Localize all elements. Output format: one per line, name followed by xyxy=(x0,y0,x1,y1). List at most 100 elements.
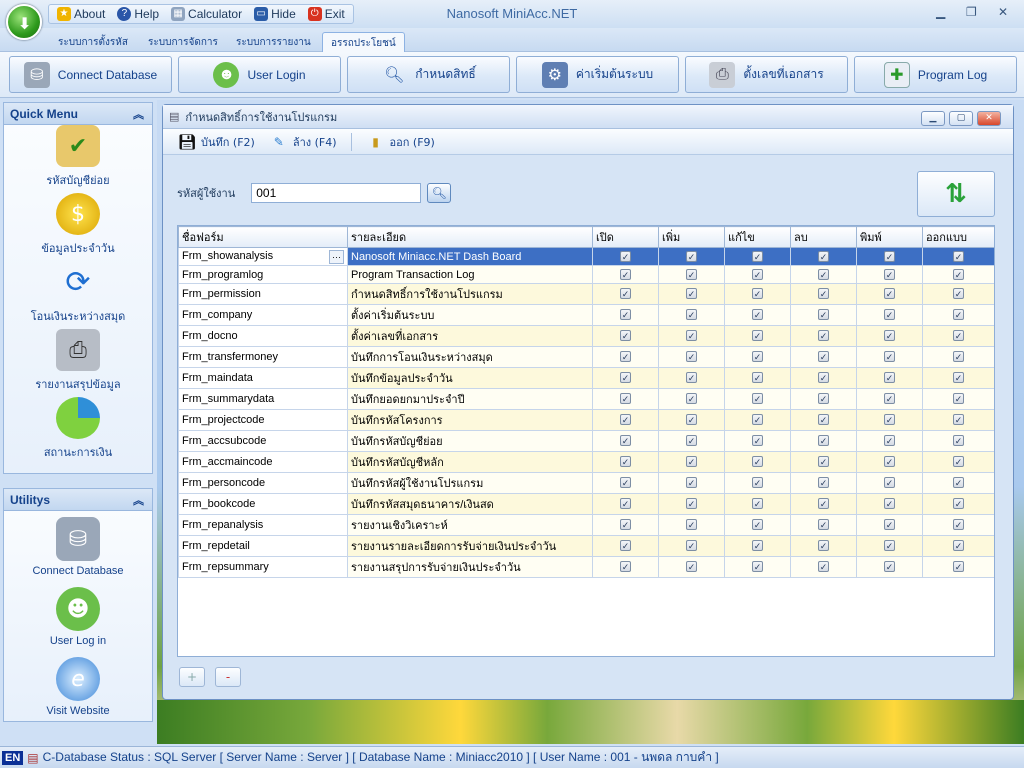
permission-checkbox[interactable]: ✓ xyxy=(818,393,829,404)
permission-checkbox[interactable]: ✓ xyxy=(818,435,829,446)
permission-checkbox[interactable]: ✓ xyxy=(752,477,763,488)
permission-checkbox[interactable]: ✓ xyxy=(752,309,763,320)
permission-checkbox[interactable]: ✓ xyxy=(884,372,895,383)
description-cell[interactable]: บันทึกรหัสบัญชีหลัก xyxy=(347,451,593,473)
permission-checkbox[interactable]: ✓ xyxy=(752,288,763,299)
form-name-cell[interactable]: Frm_company xyxy=(178,304,348,326)
permission-checkbox[interactable]: ✓ xyxy=(953,561,964,572)
quick-menu-summary-report[interactable]: ⎙ รายงานสรุปข้อมูล xyxy=(4,329,152,397)
permission-checkbox[interactable]: ✓ xyxy=(884,477,895,488)
exit-form-button[interactable]: ▮ ออก (F9) xyxy=(366,133,435,151)
permission-checkbox[interactable]: ✓ xyxy=(953,372,964,383)
hide-button[interactable]: ▭ Hide xyxy=(254,7,296,21)
permission-checkbox[interactable]: ✓ xyxy=(686,330,697,341)
form-name-cell[interactable]: Frm_showanalysis ··· xyxy=(178,247,348,266)
form-name-cell[interactable]: Frm_repsummary xyxy=(178,556,348,578)
permission-checkbox[interactable]: ✓ xyxy=(818,414,829,425)
form-name-cell[interactable]: Frm_programlog xyxy=(178,265,348,284)
table-row[interactable]: Frm_accsubcode บันทึกรหัสบัญชีย่อย ✓ ✓ ✓ ✓ ✓ ✓ xyxy=(178,430,994,452)
permission-checkbox[interactable]: ✓ xyxy=(884,561,895,572)
permission-checkbox[interactable]: ✓ xyxy=(686,519,697,530)
permission-checkbox[interactable]: ✓ xyxy=(620,498,631,509)
permission-checkbox[interactable]: ✓ xyxy=(884,351,895,362)
table-row[interactable]: Frm_accmaincode บันทึกรหัสบัญชีหลัก ✓ ✓ ✓ ✓ ✓ ✓ xyxy=(178,451,994,473)
table-row[interactable]: Frm_company ตั้งค่าเริ่มต้นระบบ ✓ ✓ ✓ ✓ ✓ ✓ xyxy=(178,304,994,326)
permission-checkbox[interactable]: ✓ xyxy=(620,393,631,404)
calculator-button[interactable]: ▦ Calculator xyxy=(171,7,242,21)
table-row[interactable]: Frm_repsummary รายงานสรุปการรับจ่ายเงินปร… xyxy=(178,556,994,578)
utility-user-login[interactable]: ☻ User Log in xyxy=(4,581,152,651)
permission-checkbox[interactable]: ✓ xyxy=(686,561,697,572)
form-name-cell[interactable]: Frm_docno xyxy=(178,325,348,347)
permission-checkbox[interactable]: ✓ xyxy=(953,414,964,425)
permission-checkbox[interactable]: ✓ xyxy=(953,288,964,299)
utility-connect-database[interactable]: ⛁ Connect Database xyxy=(4,511,152,581)
table-row[interactable]: Frm_personcode บันทึกรหัสผู้ใช้งานโปรแกรม… xyxy=(178,472,994,494)
permission-checkbox[interactable]: ✓ xyxy=(884,309,895,320)
exit-button[interactable]: ⏻ Exit xyxy=(307,7,345,21)
table-row[interactable]: Frm_showanalysis ··· Nanosoft Miniacc.NET … xyxy=(178,247,994,266)
permission-checkbox[interactable]: ✓ xyxy=(953,456,964,467)
table-row[interactable]: Frm_transfermoney บันทึกการโอนเงินระหว่าง… xyxy=(178,346,994,368)
quick-menu-financial-status[interactable]: สถานะการเงิน xyxy=(4,397,152,465)
column-header[interactable]: เปิด xyxy=(592,226,659,248)
permission-checkbox[interactable]: ✓ xyxy=(686,540,697,551)
description-cell[interactable]: กำหนดสิทธิ์การใช้งานโปรแกรม xyxy=(347,283,593,305)
permission-checkbox[interactable]: ✓ xyxy=(884,330,895,341)
collapse-icon[interactable]: ︽ xyxy=(133,106,144,122)
permission-checkbox[interactable]: ✓ xyxy=(620,519,631,530)
quick-menu-daily-data[interactable]: $ ข้อมูลประจำวัน xyxy=(4,193,152,261)
column-header[interactable]: ลบ xyxy=(790,226,857,248)
description-cell[interactable]: บันทึกรหัสสมุดธนาคาร/เงินสด xyxy=(347,493,593,515)
table-row[interactable]: Frm_maindata บันทึกข้อมูลประจำวัน ✓ ✓ ✓ ✓ ✓ ✓ xyxy=(178,367,994,389)
permission-checkbox[interactable]: ✓ xyxy=(884,414,895,425)
about-button[interactable]: ★ About xyxy=(57,7,105,21)
permission-checkbox[interactable]: ✓ xyxy=(686,372,697,383)
permission-checkbox[interactable]: ✓ xyxy=(686,414,697,425)
column-header[interactable]: พิมพ์ xyxy=(856,226,923,248)
form-name-cell[interactable]: Frm_personcode xyxy=(178,472,348,494)
permission-checkbox[interactable]: ✓ xyxy=(752,330,763,341)
permission-checkbox[interactable]: ✓ xyxy=(818,372,829,383)
system-defaults-button[interactable]: ⚙ ค่าเริ่มต้นระบบ xyxy=(516,56,679,93)
permission-checkbox[interactable]: ✓ xyxy=(686,309,697,320)
permission-checkbox[interactable]: ✓ xyxy=(818,540,829,551)
description-cell[interactable]: บันทึกรหัสผู้ใช้งานโปรแกรม xyxy=(347,472,593,494)
description-cell[interactable]: บันทึกข้อมูลประจำวัน xyxy=(347,367,593,389)
permission-checkbox[interactable]: ✓ xyxy=(953,435,964,446)
minimize-button[interactable]: ▁ xyxy=(936,5,945,19)
permission-checkbox[interactable]: ✓ xyxy=(818,351,829,362)
permission-checkbox[interactable]: ✓ xyxy=(752,519,763,530)
table-row[interactable]: Frm_docno ตั้งค่าเลขที่เอกสาร ✓ ✓ ✓ ✓ ✓ ✓ xyxy=(178,325,994,347)
form-name-cell[interactable]: Frm_permission xyxy=(178,283,348,305)
permission-checkbox[interactable]: ✓ xyxy=(884,268,895,280)
permission-checkbox[interactable]: ✓ xyxy=(752,435,763,446)
description-cell[interactable]: รายงานรายละเอียดการรับจ่ายเงินประจำวัน xyxy=(347,535,593,557)
form-name-cell[interactable]: Frm_accsubcode xyxy=(178,430,348,452)
permission-checkbox[interactable]: ✓ xyxy=(620,309,631,320)
description-cell[interactable]: ตั้งค่าเลขที่เอกสาร xyxy=(347,325,593,347)
language-indicator[interactable]: EN xyxy=(2,750,24,765)
description-cell[interactable]: ตั้งค่าเริ่มต้นระบบ xyxy=(347,304,593,326)
column-header[interactable]: รายละเอียด xyxy=(347,226,593,248)
description-cell[interactable]: บันทึกการโอนเงินระหว่างสมุด xyxy=(347,346,593,368)
permission-checkbox[interactable]: ✓ xyxy=(953,309,964,320)
permission-checkbox[interactable]: ✓ xyxy=(620,456,631,467)
quick-menu-header[interactable]: Quick Menu ︽ xyxy=(4,103,152,125)
column-header[interactable]: ชื่อฟอร์ม xyxy=(178,226,348,248)
description-cell[interactable]: รายงานสรุปการรับจ่ายเงินประจำวัน xyxy=(347,556,593,578)
permission-checkbox[interactable]: ✓ xyxy=(884,540,895,551)
table-row[interactable]: Frm_bookcode บันทึกรหัสสมุดธนาคาร/เงินสด ✓… xyxy=(178,493,994,515)
permission-checkbox[interactable]: ✓ xyxy=(752,268,763,280)
permission-checkbox[interactable]: ✓ xyxy=(686,393,697,404)
permission-checkbox[interactable]: ✓ xyxy=(818,561,829,572)
permission-checkbox[interactable]: ✓ xyxy=(620,561,631,572)
user-login-button[interactable]: ☻ User Login xyxy=(178,56,341,93)
permission-checkbox[interactable]: ✓ xyxy=(884,456,895,467)
column-header[interactable]: ออกแบบ xyxy=(922,226,994,248)
permission-checkbox[interactable]: ✓ xyxy=(752,351,763,362)
description-cell[interactable]: บันทึกยอดยกมาประจำปี xyxy=(347,388,593,410)
tab-code-setup[interactable]: ระบบการตั้งรหัส xyxy=(50,32,136,52)
column-header[interactable]: แก้ไข xyxy=(724,226,791,248)
form-name-cell[interactable]: Frm_repdetail xyxy=(178,535,348,557)
